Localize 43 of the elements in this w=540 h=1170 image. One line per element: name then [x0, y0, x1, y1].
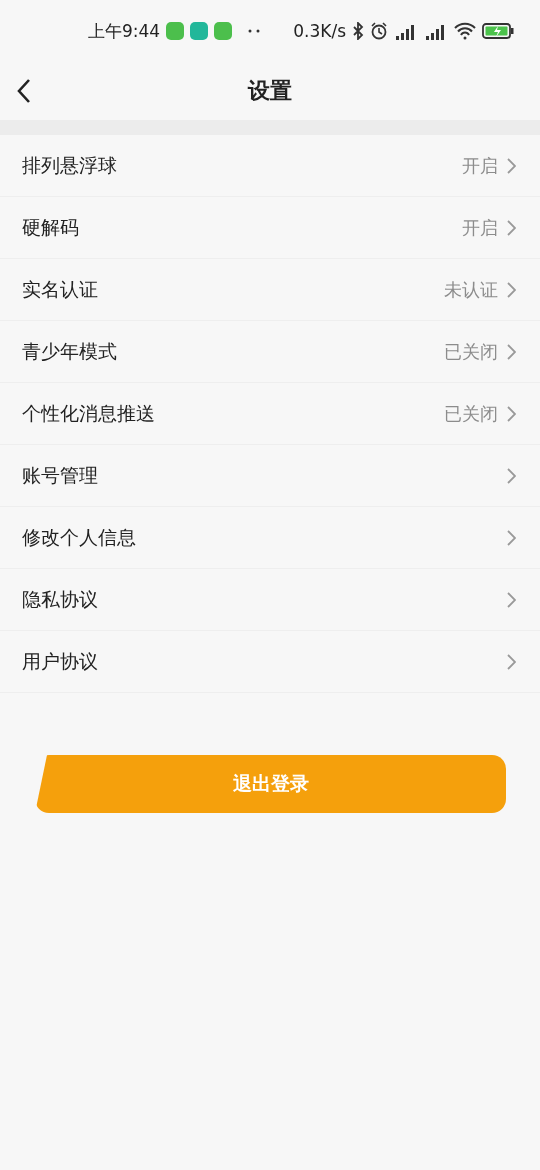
network-speed: 0.3K/s: [293, 21, 346, 41]
settings-item[interactable]: 排列悬浮球 开启: [0, 135, 540, 197]
settings-item[interactable]: 用户协议: [0, 631, 540, 693]
settings-item[interactable]: 实名认证 未认证: [0, 259, 540, 321]
settings-item[interactable]: 个性化消息推送 已关闭: [0, 383, 540, 445]
chevron-right-icon: [506, 529, 516, 546]
settings-label: 修改个人信息: [22, 524, 137, 550]
settings-item[interactable]: 隐私协议: [0, 569, 540, 631]
settings-value: 开启: [462, 215, 498, 240]
chevron-right-icon: [506, 405, 516, 422]
settings-label: 排列悬浮球: [22, 152, 118, 178]
settings-item[interactable]: 账号管理: [0, 445, 540, 507]
chevron-right-icon: [506, 467, 516, 484]
wifi-icon: [454, 22, 476, 40]
battery-charging-icon: [482, 23, 514, 39]
back-icon[interactable]: [16, 78, 32, 104]
chevron-right-icon: [506, 157, 516, 174]
settings-value: 已关闭: [444, 339, 498, 364]
settings-item[interactable]: 修改个人信息: [0, 507, 540, 569]
settings-item[interactable]: 青少年模式 已关闭: [0, 321, 540, 383]
chevron-right-icon: [506, 343, 516, 360]
settings-label: 隐私协议: [22, 586, 99, 612]
settings-value: 未认证: [444, 277, 498, 302]
status-time: 上午9:44: [88, 19, 161, 43]
settings-value: 开启: [462, 153, 498, 178]
app-icon: [166, 22, 185, 40]
settings-label: 账号管理: [22, 462, 99, 488]
settings-item[interactable]: 硬解码 开启: [0, 197, 540, 259]
settings-label: 青少年模式: [22, 338, 118, 364]
settings-label: 个性化消息推送: [22, 400, 156, 426]
app-icon: [214, 22, 233, 40]
settings-label: 实名认证: [22, 276, 99, 302]
settings-value: 已关闭: [444, 401, 498, 426]
settings-label: 硬解码: [22, 214, 80, 240]
bluetooth-icon: [352, 22, 364, 40]
chevron-right-icon: [506, 281, 516, 298]
page-title: 设置: [248, 77, 292, 105]
chevron-right-icon: [506, 653, 516, 670]
settings-label: 用户协议: [22, 648, 99, 674]
app-icon: [190, 22, 209, 40]
alarm-clock-icon: [370, 22, 388, 40]
chevron-right-icon: [506, 219, 516, 236]
chevron-right-icon: [506, 591, 516, 608]
